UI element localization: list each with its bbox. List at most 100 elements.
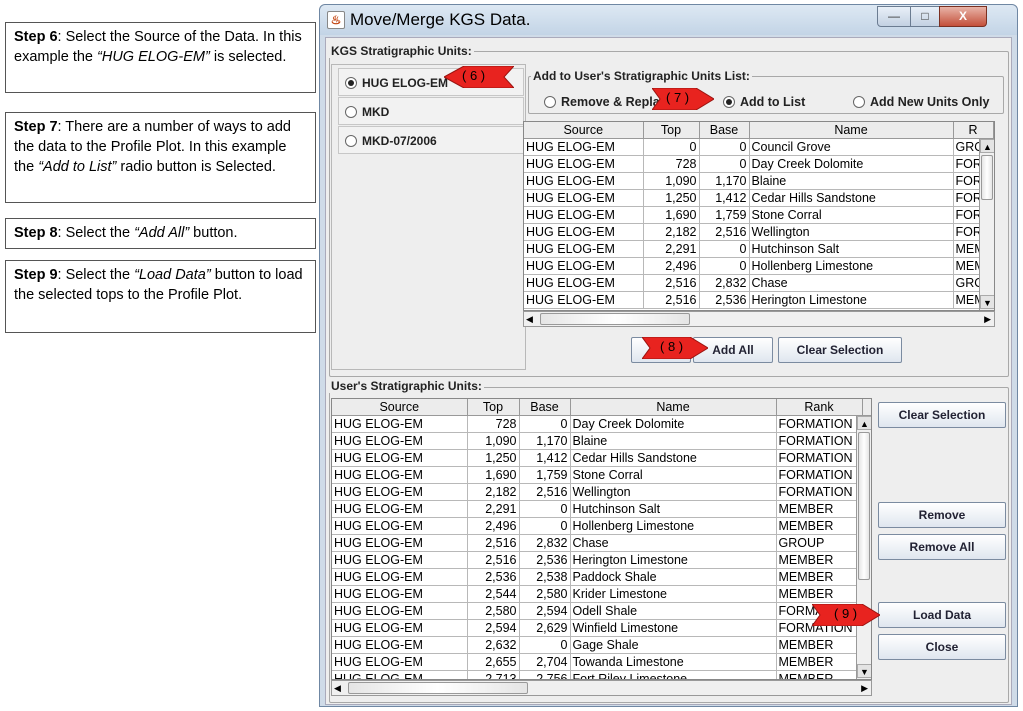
table-row[interactable]: HUG ELOG-EM 2,291 0 Hutchinson Salt MEMB (524, 240, 994, 258)
scroll-down-icon[interactable]: ▼ (857, 664, 871, 678)
maximize-button[interactable]: □ (910, 6, 940, 27)
table-row[interactable]: HUG ELOG-EM 728 0 Day Creek Dolomite FORM (524, 155, 994, 173)
close-window-button[interactable]: X (939, 6, 987, 27)
kgs-units-table[interactable]: Source Top Base Name R HUG ELOG-EM 0 0 Council … (523, 121, 995, 311)
title-bar[interactable]: ♨ Move/Merge KGS Data. — □ X (320, 5, 1017, 35)
column-header[interactable]: Source (524, 122, 644, 139)
table-cell: HUG ELOG-EM (524, 189, 644, 207)
column-header[interactable]: Base (519, 399, 571, 416)
scroll-thumb[interactable] (540, 313, 690, 325)
column-header[interactable]: Source (332, 399, 468, 416)
table-row[interactable]: HUG ELOG-EM 2,182 2,516 Wellington FORM (524, 223, 994, 241)
table-cell: 0 (699, 155, 750, 173)
callout-label: ( 7 ) (666, 90, 690, 105)
table-cell: Wellington (570, 483, 777, 501)
table-cell: 2,516 (519, 483, 571, 501)
user-vertical-scrollbar[interactable]: ▲ ▼ (856, 416, 871, 679)
user-units-table[interactable]: Source Top Base Name Rank HUG ELOG-EM 728 0 Day… (331, 398, 872, 680)
table-row[interactable]: HUG ELOG-EM 1,250 1,412 Cedar Hills Sandsto… (332, 449, 871, 467)
table-cell: Cedar Hills Sandstone (749, 189, 954, 207)
table-cell: 1,690 (643, 206, 700, 224)
table-row[interactable]: HUG ELOG-EM 2,580 2,594 Odell Shale FORMATIO… (332, 602, 871, 620)
table-row[interactable]: HUG ELOG-EM 0 0 Council Grove GROU (524, 138, 994, 156)
table-row[interactable]: HUG ELOG-EM 2,516 2,536 Herington Limestone… (524, 291, 994, 309)
column-header[interactable] (862, 399, 871, 416)
table-cell: Paddock Shale (570, 568, 777, 586)
column-header[interactable]: Rank (776, 399, 863, 416)
table-row[interactable]: HUG ELOG-EM 2,496 0 Hollenberg Limestone MEM… (332, 517, 871, 535)
table-cell: 1,690 (467, 466, 520, 484)
table-row[interactable]: HUG ELOG-EM 2,655 2,704 Towanda Limestone ME… (332, 653, 871, 671)
scroll-down-icon[interactable]: ▼ (980, 295, 994, 309)
table-row[interactable]: HUG ELOG-EM 2,536 2,538 Paddock Shale MEMBER… (332, 568, 871, 586)
table-cell: 2,594 (467, 619, 520, 637)
table-row[interactable]: HUG ELOG-EM 2,182 2,516 Wellington FORMATION… (332, 483, 871, 501)
table-cell: FORMATION (776, 432, 863, 450)
table-row[interactable]: HUG ELOG-EM 2,496 0 Hollenberg Limestone MEM… (524, 257, 994, 275)
remove-button[interactable]: Remove (878, 502, 1006, 528)
column-header[interactable]: Base (699, 122, 750, 139)
user-clear-selection-button[interactable]: Clear Selection (878, 402, 1006, 428)
note-emphasis: “HUG ELOG-EM” (97, 49, 210, 65)
column-header[interactable]: R (953, 122, 994, 139)
scroll-thumb[interactable] (348, 682, 528, 694)
source-radio-mkd-07-2006[interactable]: MKD-07/2006 (338, 126, 524, 154)
dialog-content: KGS Stratigraphic Units: HUG ELOG-EM MKD… (325, 37, 1012, 705)
source-radio-mkd[interactable]: MKD (338, 97, 524, 125)
note-text: : Select the (57, 267, 135, 283)
table-cell: GROUP (776, 534, 863, 552)
scroll-right-icon[interactable]: ▶ (984, 312, 991, 326)
table-row[interactable]: HUG ELOG-EM 1,250 1,412 Cedar Hills Sandsto… (524, 189, 994, 207)
table-row[interactable]: HUG ELOG-EM2,6320Gage ShaleMEMBERP (332, 636, 871, 654)
column-header[interactable]: Name (570, 399, 777, 416)
table-row[interactable]: HUG ELOG-EM2,5162,832ChaseGROUPP (332, 534, 871, 552)
table-row[interactable]: HUG ELOG-EM1,0901,170BlaineFORMATIONP (332, 432, 871, 450)
column-header[interactable]: Name (749, 122, 954, 139)
kgs-clear-selection-button[interactable]: Clear Selection (778, 337, 902, 363)
table-cell: HUG ELOG-EM (524, 138, 644, 156)
table-row[interactable]: HUG ELOG-EM 1,090 1,170 Blaine FORM (524, 172, 994, 190)
table-cell: 0 (519, 636, 571, 654)
table-cell: MEMBER (776, 670, 863, 679)
table-row[interactable]: HUG ELOG-EM 728 0 Day Creek Dolomite FORMATI… (332, 415, 871, 433)
table-row[interactable]: HUG ELOG-EM 2,544 2,580 Krider Limestone MEM… (332, 585, 871, 603)
close-button[interactable]: Close (878, 634, 1006, 660)
step-9-note: Step 9: Select the “Load Data” button to… (5, 260, 316, 333)
scroll-up-icon[interactable]: ▲ (857, 416, 871, 430)
table-cell: HUG ELOG-EM (332, 483, 468, 501)
scroll-right-icon[interactable]: ▶ (861, 681, 868, 695)
column-header[interactable]: Top (467, 399, 520, 416)
kgs-horizontal-scrollbar[interactable]: ◀ ▶ (523, 311, 995, 327)
table-row[interactable]: HUG ELOG-EM 2,516 2,536 Herington Limestone… (332, 551, 871, 569)
scroll-left-icon[interactable]: ◀ (526, 312, 533, 326)
table-cell: 2,182 (643, 223, 700, 241)
scroll-up-icon[interactable]: ▲ (980, 139, 994, 153)
table-cell: 2,580 (519, 585, 571, 603)
option-add-new-units-only[interactable]: Add New Units Only (853, 95, 989, 109)
minimize-button[interactable]: — (877, 6, 911, 27)
scroll-thumb[interactable] (858, 432, 870, 580)
step-label: Step 7 (14, 119, 58, 135)
table-cell: 2,632 (467, 636, 520, 654)
table-row[interactable]: HUG ELOG-EM 1,690 1,759 Stone Corral FORMATI… (332, 466, 871, 484)
table-cell: 0 (519, 517, 571, 535)
option-remove-replace[interactable]: Remove & Replace (544, 95, 664, 109)
kgs-vertical-scrollbar[interactable]: ▲ ▼ (979, 139, 994, 310)
table-cell: 1,412 (519, 449, 571, 467)
column-header[interactable]: Top (643, 122, 700, 139)
table-row[interactable]: HUG ELOG-EM 1,690 1,759 Stone Corral FORM (524, 206, 994, 224)
remove-all-button[interactable]: Remove All (878, 534, 1006, 560)
table-row[interactable]: HUG ELOG-EM 2,594 2,629 Winfield Limestone F… (332, 619, 871, 637)
table-cell: HUG ELOG-EM (524, 223, 644, 241)
add-options-label: Add to User's Stratigraphic Units List: (531, 69, 752, 83)
table-cell: Council Grove (749, 138, 954, 156)
table-row[interactable]: HUG ELOG-EM 2,516 2,832 Chase GROU (524, 274, 994, 292)
load-data-button[interactable]: Load Data (878, 602, 1006, 628)
table-row[interactable]: HUG ELOG-EM2,2910Hutchinson SaltMEMBERP (332, 500, 871, 518)
user-horizontal-scrollbar[interactable]: ◀ ▶ (331, 680, 872, 696)
option-add-to-list[interactable]: Add to List (723, 95, 805, 109)
table-row[interactable]: HUG ELOG-EM 2,713 2,756 Fort Riley Limeston… (332, 670, 871, 679)
scroll-left-icon[interactable]: ◀ (334, 681, 341, 695)
scroll-thumb[interactable] (981, 155, 993, 200)
table-cell: MEMBER (776, 517, 863, 535)
